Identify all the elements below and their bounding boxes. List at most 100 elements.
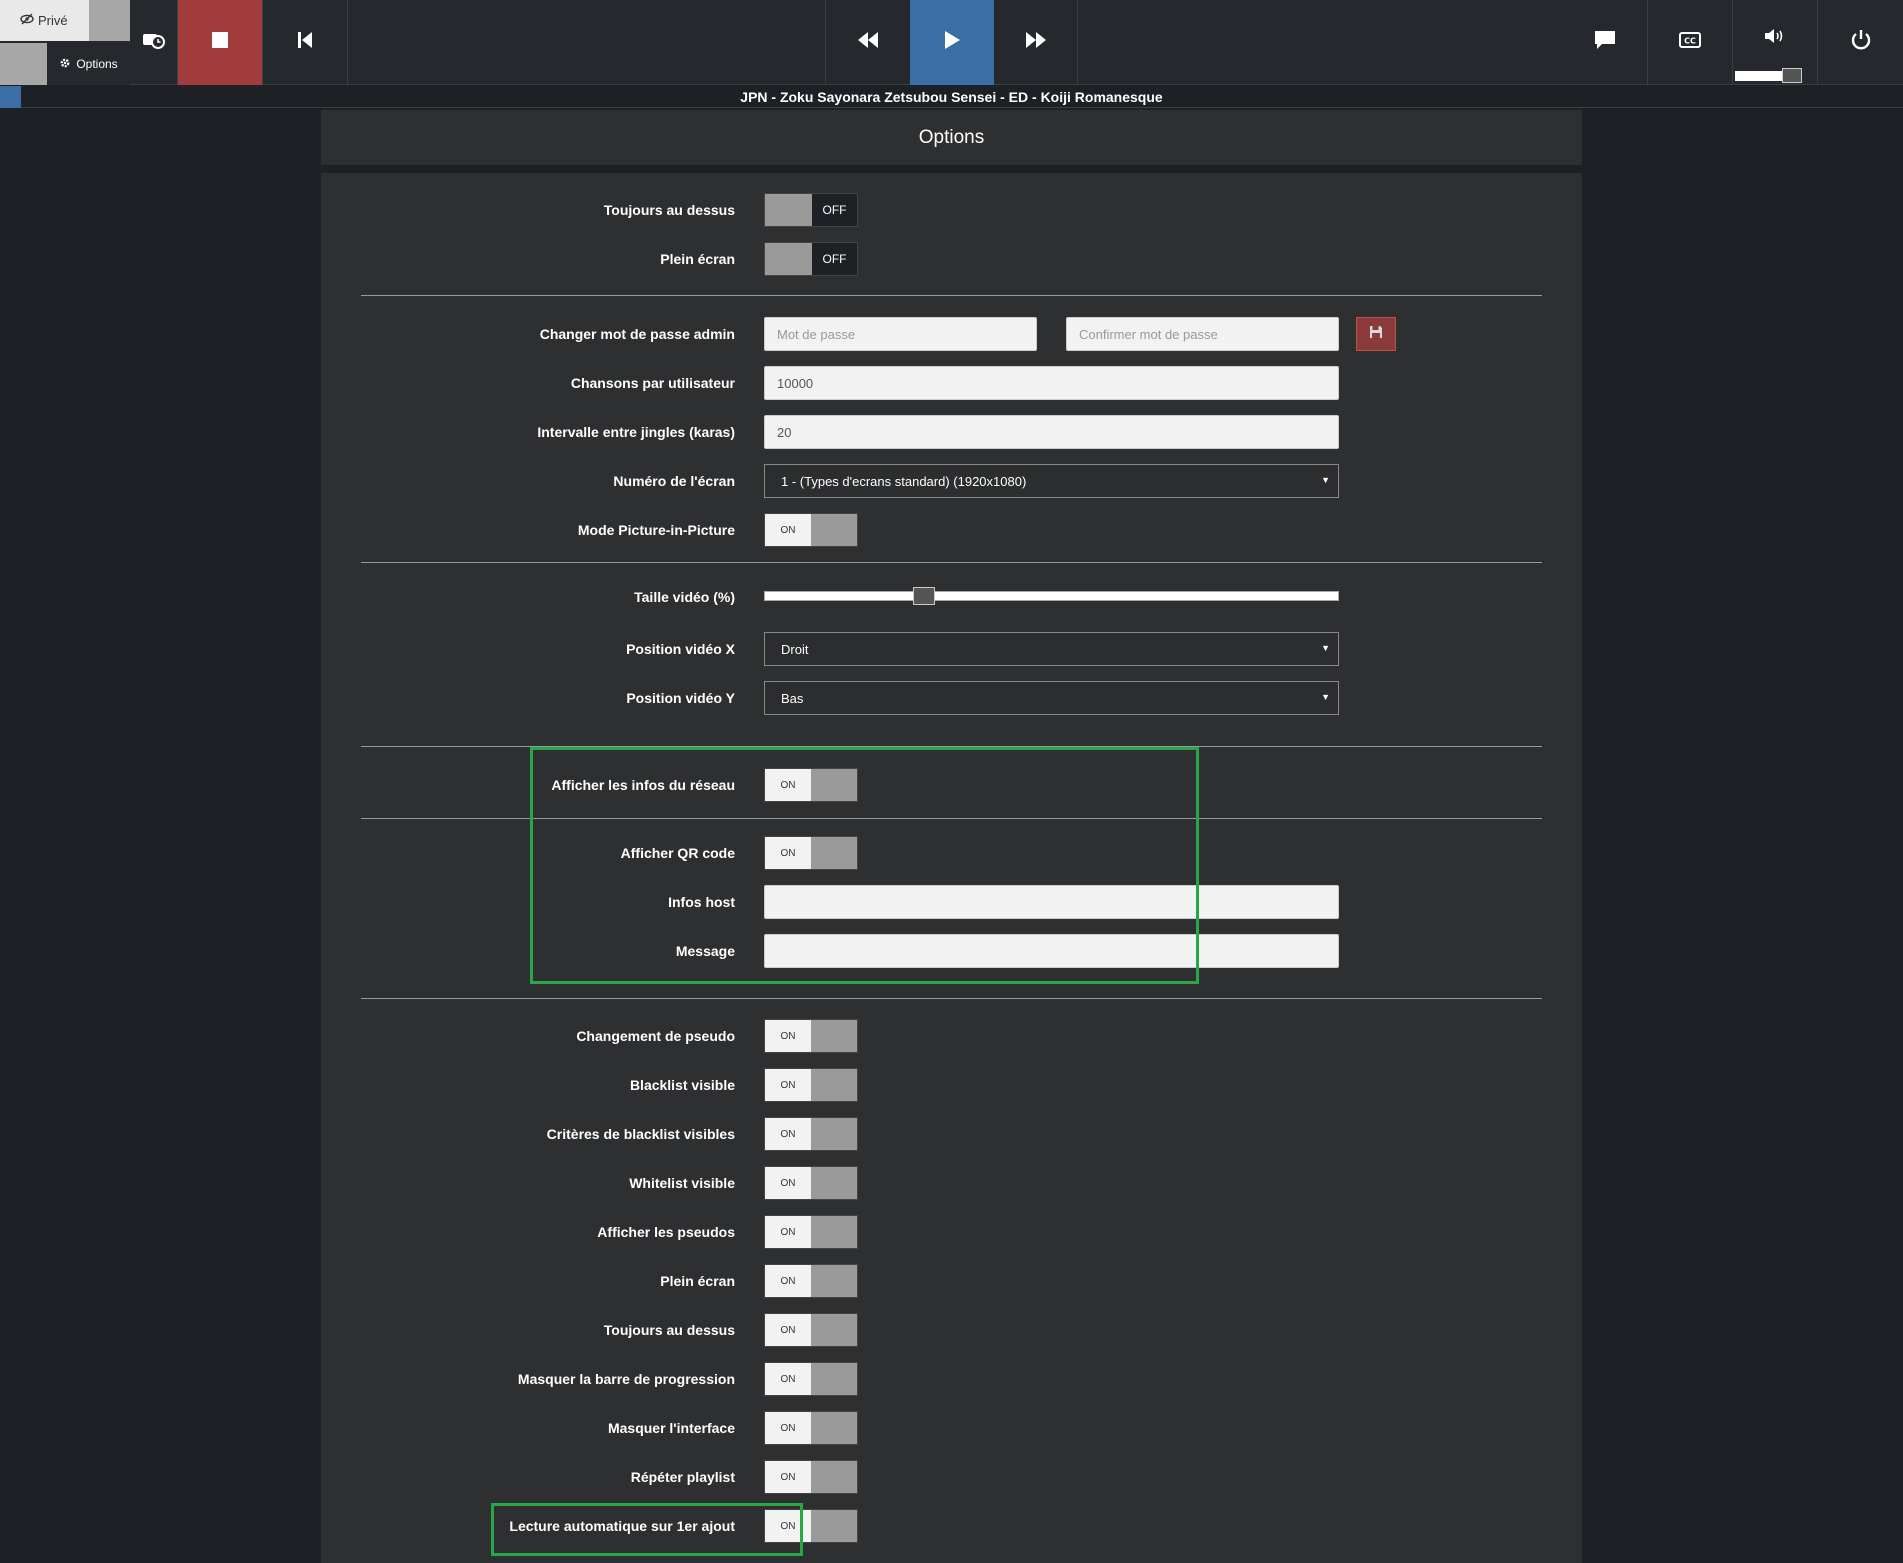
toggle-knob <box>811 1412 857 1444</box>
video-position-y-select[interactable]: Bas ▼ <box>764 681 1339 715</box>
power-icon <box>1850 29 1872 56</box>
toggle-knob <box>811 1314 857 1346</box>
toggle-state: ON <box>765 1020 811 1052</box>
password-confirm-input[interactable]: Confirmer mot de passe <box>1066 317 1339 351</box>
toggle-knob <box>765 243 812 275</box>
option-label: Toujours au dessus <box>603 1322 735 1338</box>
mode-options-button[interactable]: Options <box>47 43 130 85</box>
slider-thumb[interactable] <box>913 587 935 605</box>
toggle-knob <box>811 1167 857 1199</box>
toggle-knob <box>811 1216 857 1248</box>
play-icon <box>943 30 961 55</box>
subtitles-button[interactable]: CC <box>1648 0 1733 85</box>
mode-private-button[interactable]: Privé <box>0 0 89 41</box>
option-toggle[interactable]: ON <box>764 1460 858 1494</box>
volume-thumb[interactable] <box>1782 68 1802 83</box>
option-toggle[interactable]: ON <box>764 1166 858 1200</box>
progress-indicator[interactable] <box>0 86 21 108</box>
jingle-interval-input[interactable]: 20 <box>764 415 1339 449</box>
toggle-knob <box>811 1020 857 1052</box>
mode-playlist-button[interactable] <box>0 43 47 85</box>
option-toggle[interactable]: ON <box>764 1215 858 1249</box>
option-label: Intervalle entre jingles (karas) <box>537 424 735 440</box>
option-label: Changement de pseudo <box>576 1028 735 1044</box>
video-size-slider[interactable] <box>764 587 1339 605</box>
mode-public-button[interactable] <box>89 0 130 41</box>
play-button[interactable] <box>910 0 994 85</box>
toggle-state: ON <box>765 1069 811 1101</box>
toggle-option-row: Masquer l'interface ON <box>321 1411 1582 1445</box>
option-label: Masquer l'interface <box>607 1420 735 1436</box>
autoplay-highlight <box>491 1503 803 1556</box>
fullscreen-toggle[interactable]: OFF <box>764 242 858 276</box>
option-label: Afficher les pseudos <box>597 1224 735 1240</box>
toggle-knob <box>811 1265 857 1297</box>
toggle-state: ON <box>765 514 811 546</box>
eye-slash-icon <box>20 13 34 28</box>
option-toggle[interactable]: ON <box>764 1411 858 1445</box>
top-toolbar: Privé Options CC <box>0 0 1903 85</box>
stop-button[interactable] <box>178 0 263 85</box>
toggle-state: ON <box>765 1412 811 1444</box>
toggle-option-row: Répéter playlist ON <box>321 1460 1582 1494</box>
option-toggle[interactable]: ON <box>764 1362 858 1396</box>
toggle-state: ON <box>765 1265 811 1297</box>
screen-number-select[interactable]: 1 - (Types d'ecrans standard) (1920x1080… <box>764 464 1339 498</box>
toggle-knob <box>811 1510 857 1542</box>
option-toggle[interactable]: ON <box>764 1264 858 1298</box>
power-button[interactable] <box>1818 0 1903 85</box>
option-row-screen-number: Numéro de l'écran 1 - (Types d'ecrans st… <box>321 464 1582 498</box>
option-row-fullscreen: Plein écran OFF <box>321 242 1582 276</box>
option-toggle[interactable]: ON <box>764 1068 858 1102</box>
caret-down-icon: ▼ <box>1321 475 1330 485</box>
option-label: Changer mot de passe admin <box>539 326 735 342</box>
toggle-state: ON <box>765 1461 811 1493</box>
option-row-jingle-interval: Intervalle entre jingles (karas) 20 <box>321 415 1582 449</box>
video-position-x-select[interactable]: Droit ▼ <box>764 632 1339 666</box>
now-playing-bar: JPN - Zoku Sayonara Zetsubou Sensei - ED… <box>0 86 1903 108</box>
option-label: Plein écran <box>660 1273 735 1289</box>
option-toggle[interactable]: ON <box>764 1313 858 1347</box>
toggle-option-row: Toujours au dessus ON <box>321 1313 1582 1347</box>
toggle-knob <box>811 1461 857 1493</box>
message-button[interactable] <box>1563 0 1648 85</box>
toggle-state: OFF <box>812 243 857 275</box>
toggle-option-row: Critères de blacklist visibles ON <box>321 1117 1582 1151</box>
clock-camera-icon <box>142 30 166 55</box>
option-row-songs-per-user: Chansons par utilisateur 10000 <box>321 366 1582 400</box>
pip-mode-toggle[interactable]: ON <box>764 513 858 547</box>
previous-button[interactable] <box>263 0 348 85</box>
option-row-video-size: Taille vidéo (%) <box>321 580 1582 614</box>
rewind-button[interactable] <box>826 0 910 85</box>
page-title: Options <box>918 126 985 148</box>
option-label: Masquer la barre de progression <box>517 1371 735 1387</box>
option-label: Position vidéo Y <box>626 690 735 706</box>
select-value: Bas <box>781 690 804 706</box>
mode-options-label: Options <box>76 57 118 71</box>
toggle-state: ON <box>765 1314 811 1346</box>
section-divider <box>361 998 1542 999</box>
always-on-top-toggle[interactable]: OFF <box>764 193 858 227</box>
option-toggle[interactable]: ON <box>764 1019 858 1053</box>
fast-forward-button[interactable] <box>994 0 1078 85</box>
closed-captions-icon: CC <box>1679 32 1701 53</box>
songs-per-user-input[interactable]: 10000 <box>764 366 1339 400</box>
password-input[interactable]: Mot de passe <box>764 317 1037 351</box>
option-row-always-on-top: Toujours au dessus OFF <box>321 193 1582 227</box>
screenshot-history-button[interactable] <box>130 0 178 85</box>
toggle-state: ON <box>765 1167 811 1199</box>
option-label: Numéro de l'écran <box>613 473 735 489</box>
option-label: Taille vidéo (%) <box>634 589 735 605</box>
option-toggle[interactable]: ON <box>764 1117 858 1151</box>
caret-down-icon: ▼ <box>1321 643 1330 653</box>
option-label: Position vidéo X <box>626 641 735 657</box>
options-header: Options <box>321 110 1582 165</box>
save-password-button[interactable] <box>1356 317 1396 351</box>
option-row-video-pos-x: Position vidéo X Droit ▼ <box>321 632 1582 666</box>
option-row-video-pos-y: Position vidéo Y Bas ▼ <box>321 681 1582 715</box>
svg-text:CC: CC <box>1684 37 1696 46</box>
toggle-knob <box>811 514 857 546</box>
caret-down-icon: ▼ <box>1321 692 1330 702</box>
toggle-knob <box>811 1069 857 1101</box>
volume-slider[interactable] <box>1733 67 1818 84</box>
